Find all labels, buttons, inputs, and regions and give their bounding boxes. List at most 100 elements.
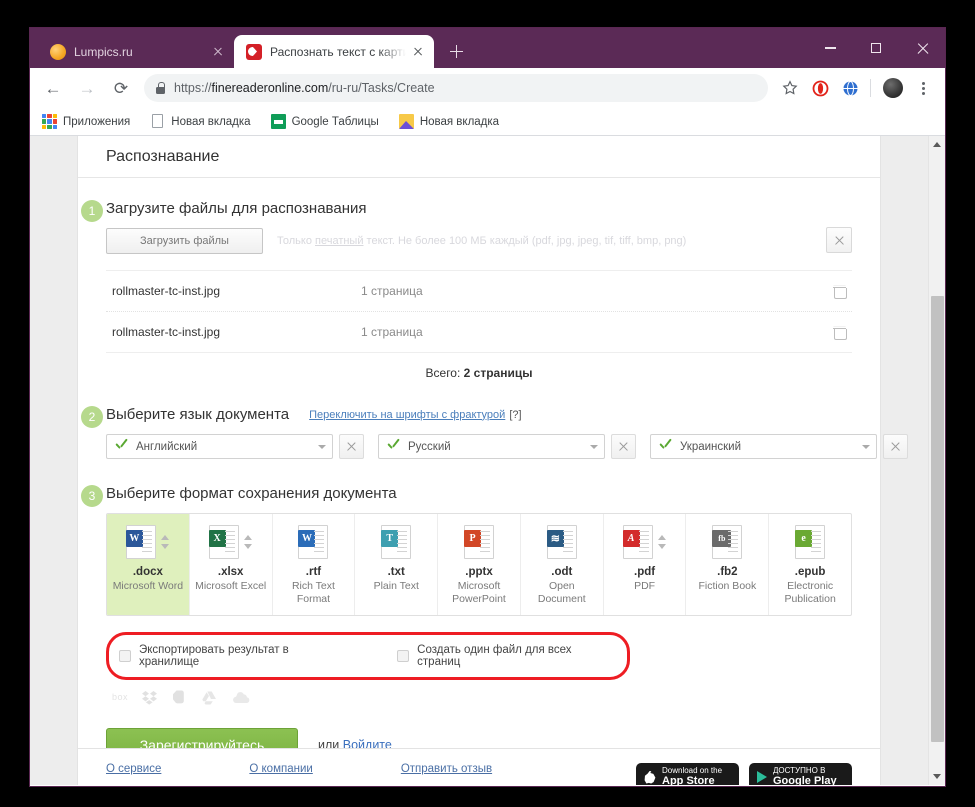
fraktur-toggle-link[interactable]: Переключить на шрифты с фрактурой — [309, 409, 505, 421]
delete-file-button[interactable] — [826, 326, 852, 340]
format-desc: Rich Text Format — [291, 580, 335, 605]
format-ext: .txt — [387, 566, 405, 578]
format-option-odt[interactable]: ≋ .odt Open Document — [521, 514, 604, 615]
export-to-storage-checkbox[interactable] — [119, 649, 131, 662]
forward-button[interactable]: → — [72, 73, 102, 103]
new-tab-button[interactable] — [442, 37, 470, 65]
bookmark-label: Приложения — [63, 115, 131, 128]
table-row[interactable]: rollmaster-tc-inst.jpg 1 страница — [106, 312, 852, 353]
language-select-2[interactable]: Русский — [378, 434, 605, 459]
tab-strip: Lumpics.ru Распознать текст с картинки о… — [30, 28, 945, 68]
footer-link-about-service[interactable]: О сервисе — [106, 763, 161, 775]
check-icon — [115, 441, 128, 452]
dropbox-icon[interactable] — [141, 689, 158, 706]
single-file-option[interactable]: Создать один файл для всех страниц — [397, 644, 617, 668]
format-badge: A — [622, 530, 640, 547]
export-options-highlight: Экспортировать результат в хранилище Соз… — [106, 631, 630, 680]
recognition-card: Распознавание 1 Загрузите файлы для расп… — [77, 136, 908, 785]
language-select-1[interactable]: Английский — [106, 434, 333, 459]
bookmark-new-tab-2[interactable]: Новая вкладка — [398, 114, 500, 129]
format-option-docx[interactable]: W .docx Microsoft Word — [107, 514, 190, 615]
language-select-3[interactable]: Украинский — [650, 434, 877, 459]
scrollbar-thumb[interactable] — [931, 296, 944, 742]
format-option-rtf[interactable]: W .rtf Rich Text Format — [273, 514, 356, 615]
format-desc: Electronic Publication — [784, 580, 836, 605]
tab-close-icon[interactable] — [410, 44, 426, 60]
badge-big-text: App Store — [662, 775, 715, 785]
upload-files-button[interactable]: Загрузить файлы — [106, 228, 263, 254]
close-icon — [890, 441, 901, 452]
bookmarks-bar: Приложения Новая вкладка Google Таблицы … — [30, 108, 945, 136]
image-icon — [398, 114, 414, 129]
step-2-number: 2 — [81, 406, 103, 428]
format-option-txt[interactable]: T .txt Plain Text — [355, 514, 439, 615]
page-scrollbar[interactable] — [928, 136, 945, 785]
browser-window: Lumpics.ru Распознать текст с картинки о… — [30, 28, 945, 786]
format-spinner-icon[interactable] — [657, 534, 667, 550]
fraktur-help-icon[interactable]: [?] — [509, 409, 521, 421]
format-option-fb2[interactable]: fb .fb2 Fiction Book — [686, 514, 770, 615]
single-file-label: Создать один файл для всех страниц — [417, 643, 572, 668]
tab-lumpics[interactable]: Lumpics.ru — [38, 35, 234, 68]
footer-link-feedback[interactable]: Отправить отзыв — [401, 763, 492, 775]
step-1-upload: 1 Загрузите файлы для распознавания Загр… — [81, 200, 852, 380]
export-to-storage-option[interactable]: Экспортировать результат в хранилище — [119, 644, 351, 668]
box-icon[interactable]: box — [112, 692, 128, 702]
bookmark-new-tab-1[interactable]: Новая вкладка — [150, 114, 251, 129]
google-drive-icon[interactable] — [201, 689, 218, 706]
clear-all-button[interactable] — [826, 227, 852, 253]
format-spinner-icon[interactable] — [160, 534, 170, 550]
format-option-pdf[interactable]: A .pdf PDF — [604, 514, 687, 615]
window-controls — [807, 28, 945, 68]
scroll-down-button[interactable] — [929, 768, 945, 785]
evernote-icon[interactable] — [171, 689, 188, 706]
google-play-badge[interactable]: ДОСТУПНО В Google Play — [749, 763, 852, 785]
format-spinner-icon[interactable] — [243, 534, 253, 550]
table-row[interactable]: rollmaster-tc-inst.jpg 1 страница — [106, 271, 852, 312]
browser-toolbar: ← → ⟳ https:// finereaderonline.com /ru-… — [30, 68, 945, 108]
close-button[interactable] — [899, 28, 945, 68]
profile-avatar[interactable] — [879, 74, 907, 102]
trash-icon — [832, 326, 847, 340]
footer-link-about-company[interactable]: О компании — [249, 763, 312, 775]
bookmark-apps[interactable]: Приложения — [42, 114, 130, 129]
address-bar[interactable]: https:// finereaderonline.com /ru-ru/Tas… — [144, 74, 768, 102]
back-button[interactable]: ← — [38, 73, 68, 103]
format-desc: Microsoft Word — [112, 580, 184, 592]
bookmark-label: Новая вкладка — [419, 115, 500, 128]
bookmark-label: Новая вкладка — [171, 115, 251, 128]
chevron-down-icon — [318, 444, 326, 449]
star-icon[interactable] — [776, 74, 804, 102]
export-to-storage-label: Экспортировать результат в хранилище — [138, 643, 289, 668]
delete-file-button[interactable] — [826, 285, 852, 299]
opera-extension-icon[interactable] — [806, 74, 834, 102]
app-store-badge[interactable]: Download on the App Store — [636, 763, 739, 785]
single-file-checkbox[interactable] — [397, 649, 410, 662]
globe-extension-icon[interactable] — [836, 74, 864, 102]
lumpics-favicon — [50, 43, 66, 60]
tab-title: Lumpics.ru — [74, 44, 133, 59]
remove-language-1-button[interactable] — [339, 434, 364, 459]
file-pages: 1 страница — [361, 284, 423, 298]
chrome-menu-icon[interactable] — [909, 74, 937, 102]
bookmark-google-sheets[interactable]: Google Таблицы — [270, 114, 379, 129]
remove-language-2-button[interactable] — [611, 434, 636, 459]
format-option-epub[interactable]: e .epub Electronic Publication — [769, 514, 851, 615]
format-option-xlsx[interactable]: X .xlsx Microsoft Excel — [190, 514, 273, 615]
bookmark-label: Google Таблицы — [291, 115, 379, 128]
scroll-up-button[interactable] — [929, 136, 945, 153]
maximize-button[interactable] — [853, 28, 899, 68]
tab-close-icon[interactable] — [210, 44, 226, 60]
remove-language-3-button[interactable] — [883, 434, 908, 459]
tab-finereader[interactable]: Распознать текст с картинки он — [234, 35, 434, 68]
format-desc: Microsoft PowerPoint — [452, 580, 506, 605]
url-path: /ru-ru/Tasks/Create — [328, 81, 435, 95]
format-desc: PDF — [634, 580, 656, 592]
reload-button[interactable]: ⟳ — [106, 73, 136, 103]
format-desc: Open Document — [537, 580, 586, 605]
onedrive-icon[interactable] — [231, 689, 250, 706]
page-content: Распознавание 1 Загрузите файлы для расп… — [30, 136, 928, 785]
format-option-pptx[interactable]: P .pptx Microsoft PowerPoint — [438, 514, 521, 615]
minimize-button[interactable] — [807, 28, 853, 68]
step-3-number: 3 — [81, 485, 103, 507]
